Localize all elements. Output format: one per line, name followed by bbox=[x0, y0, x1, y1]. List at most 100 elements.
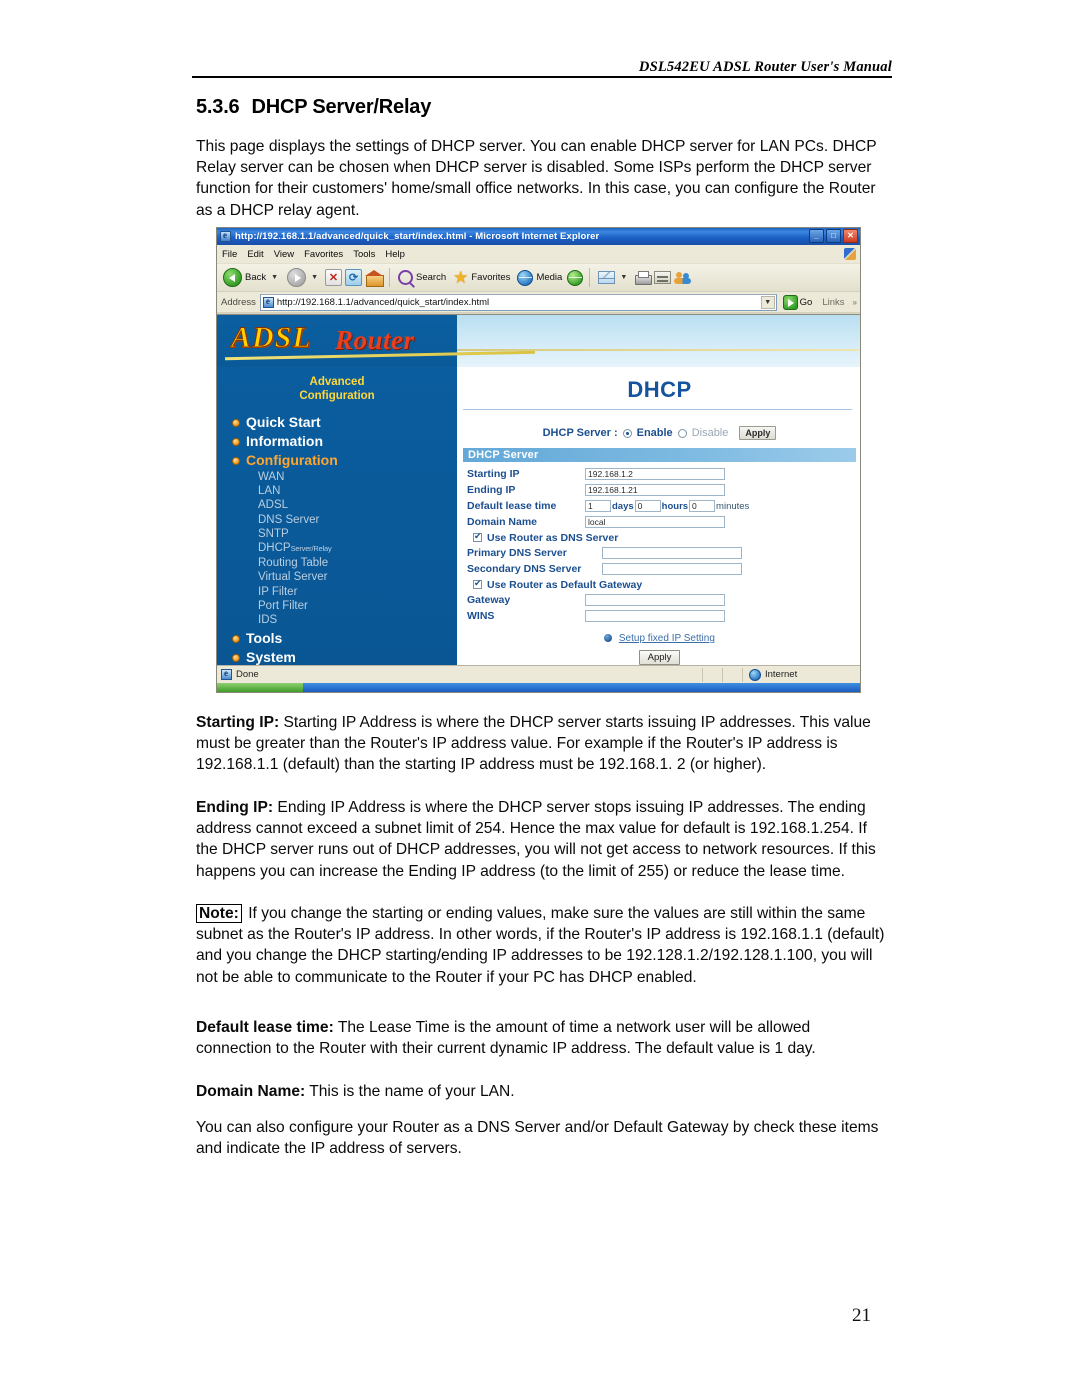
checkbox-use-router-as-gateway[interactable] bbox=[473, 578, 482, 589]
form-row-use-router-gateway[interactable]: Use Router as Default Gateway bbox=[467, 577, 860, 592]
running-header: DSL542EU ADSL Router User's Manual bbox=[192, 58, 892, 76]
bullet-icon bbox=[232, 418, 240, 427]
links-chevron-icon[interactable]: » bbox=[853, 298, 857, 307]
menu-item-favorites[interactable]: Favorites bbox=[304, 249, 343, 260]
apply-button[interactable]: Apply bbox=[638, 650, 681, 665]
menu-item-view[interactable]: View bbox=[274, 249, 294, 260]
setup-fixed-ip-row[interactable]: Setup fixed IP Setting bbox=[457, 633, 860, 644]
ending-ip-desc: Ending IP Address is where the DHCP serv… bbox=[196, 799, 876, 880]
history-icon[interactable] bbox=[567, 269, 584, 286]
maximize-icon[interactable]: □ bbox=[826, 229, 841, 243]
sidebar-item-quick-start[interactable]: Quick Start bbox=[232, 413, 457, 432]
browser-toolbar: Back ▼ ▼ ✕ ⟳ Search ★ Favorites Media ▼ bbox=[217, 264, 860, 292]
go-button[interactable]: Go bbox=[782, 294, 812, 310]
page-number: 21 bbox=[852, 1305, 871, 1326]
sidebar-subitem-virtual-server[interactable]: Virtual Server bbox=[232, 570, 457, 584]
favorites-star-icon: ★ bbox=[453, 268, 469, 287]
apply-button-row: Apply bbox=[457, 647, 860, 665]
chevron-down-icon-forward[interactable]: ▼ bbox=[311, 274, 318, 281]
links-label[interactable]: Links bbox=[822, 297, 844, 308]
router-banner: ADSL Router bbox=[217, 315, 860, 367]
ending-ip-input[interactable]: 192.168.1.21 bbox=[585, 484, 725, 496]
router-admin-page: ADSL Router Advanced Configuration Quick bbox=[217, 315, 860, 676]
address-dropdown-icon[interactable]: ▼ bbox=[760, 295, 775, 309]
lease-minutes-unit: minutes bbox=[716, 500, 750, 512]
sidebar-subitem-dhcp[interactable]: DHCPServer/Relay bbox=[232, 541, 457, 556]
paragraph-ending-ip: Ending IP: Ending IP Address is where th… bbox=[196, 797, 886, 882]
secondary-dns-input[interactable] bbox=[602, 563, 742, 575]
sidebar-item-configuration[interactable]: Configuration bbox=[232, 451, 457, 470]
menu-item-help[interactable]: Help bbox=[385, 249, 405, 260]
sidebar-subitem-dhcp-label: DHCP bbox=[258, 542, 291, 555]
home-icon[interactable] bbox=[365, 269, 384, 287]
forward-button[interactable]: ▼ bbox=[285, 268, 322, 287]
sidebar-subitem-adsl[interactable]: ADSL bbox=[232, 498, 457, 512]
mail-button[interactable]: ▼ bbox=[596, 271, 631, 284]
address-input[interactable]: http://192.168.1.1/advanced/quick_start/… bbox=[259, 293, 777, 311]
taskbar-sliver bbox=[217, 683, 860, 692]
dhcp-settings-form: Starting IP 192.168.1.2 Ending IP 192.16… bbox=[467, 466, 860, 624]
sidebar-item-tools[interactable]: Tools bbox=[232, 629, 457, 648]
back-button[interactable]: Back ▼ bbox=[221, 268, 282, 287]
radio-enable[interactable] bbox=[622, 428, 632, 438]
toolbar-divider-1 bbox=[389, 268, 390, 287]
sidebar-subitem-lan[interactable]: LAN bbox=[232, 484, 457, 498]
sidebar-subitem-ids[interactable]: IDS bbox=[232, 613, 457, 627]
minimize-icon[interactable]: _ bbox=[809, 229, 824, 243]
sidebar-subitem-ip-filter[interactable]: IP Filter bbox=[232, 585, 457, 599]
paragraph-starting-ip: Starting IP: Starting IP Address is wher… bbox=[196, 712, 886, 776]
panel-title-divider bbox=[463, 409, 852, 410]
sidebar-subitem-dns-server[interactable]: DNS Server bbox=[232, 513, 457, 527]
lease-hours-input[interactable]: 0 bbox=[634, 500, 661, 512]
bullet-icon-fixed-ip bbox=[604, 634, 613, 642]
section-title: DHCP Server/Relay bbox=[251, 96, 432, 118]
wins-input[interactable] bbox=[585, 610, 725, 622]
router-main-panel: DHCP DHCP Server : Enable Disable Apply … bbox=[217, 367, 860, 676]
lease-days-input[interactable]: 1 bbox=[585, 500, 611, 512]
checkbox-use-router-as-dns[interactable] bbox=[473, 531, 482, 542]
go-arrow-icon bbox=[782, 294, 798, 310]
radio-disable[interactable] bbox=[677, 428, 687, 438]
apply-button-top[interactable]: Apply bbox=[739, 426, 777, 440]
menu-item-file[interactable]: File bbox=[222, 249, 237, 260]
stop-icon[interactable]: ✕ bbox=[325, 269, 342, 286]
router-sidebar: Advanced Configuration Quick Start Infor… bbox=[217, 367, 457, 676]
chevron-down-icon-mail[interactable]: ▼ bbox=[620, 274, 627, 281]
form-row-secondary-dns: Secondary DNS Server bbox=[467, 561, 860, 577]
menu-item-tools[interactable]: Tools bbox=[353, 249, 375, 260]
header-divider bbox=[192, 76, 892, 78]
browser-status-bar: Done Internet bbox=[217, 665, 860, 683]
lease-minutes-input[interactable]: 0 bbox=[689, 500, 716, 512]
chevron-down-icon[interactable]: ▼ bbox=[271, 274, 278, 281]
page-favicon-icon bbox=[262, 296, 274, 308]
address-label: Address bbox=[221, 296, 256, 308]
menu-item-edit[interactable]: Edit bbox=[247, 249, 263, 260]
favorites-button[interactable]: ★ Favorites bbox=[451, 268, 512, 287]
browser-viewport: ADSL Router Advanced Configuration Quick bbox=[217, 314, 860, 676]
form-row-lease-time: Default lease time 1 days 0 hours 0 minu… bbox=[467, 498, 860, 514]
sidebar-subitem-wan[interactable]: WAN bbox=[232, 470, 457, 484]
windows-flag-icon bbox=[844, 248, 856, 260]
sidebar-subitem-sntp[interactable]: SNTP bbox=[232, 527, 457, 541]
gateway-input[interactable] bbox=[585, 594, 725, 606]
sidebar-subitem-routing-table[interactable]: Routing Table bbox=[232, 556, 457, 570]
starting-ip-input[interactable]: 192.168.1.2 bbox=[585, 468, 725, 480]
refresh-icon[interactable]: ⟳ bbox=[345, 269, 362, 286]
browser-address-bar: Address http://192.168.1.1/advanced/quic… bbox=[217, 292, 860, 313]
domain-name-input[interactable]: local bbox=[585, 516, 725, 528]
setup-fixed-ip-link[interactable]: Setup fixed IP Setting bbox=[619, 633, 715, 644]
domain-term: Domain Name: bbox=[196, 1083, 306, 1100]
close-icon[interactable]: ✕ bbox=[843, 229, 858, 243]
page-title: 5.3.6 DHCP Server/Relay bbox=[196, 96, 431, 119]
messenger-icon[interactable] bbox=[674, 271, 692, 285]
edit-icon[interactable] bbox=[654, 271, 672, 284]
print-icon[interactable] bbox=[634, 271, 653, 285]
form-row-use-router-dns[interactable]: Use Router as DNS Server bbox=[467, 530, 860, 545]
search-button[interactable]: Search bbox=[396, 270, 448, 285]
bullet-icon bbox=[232, 456, 240, 465]
bullet-icon bbox=[232, 653, 240, 662]
primary-dns-input[interactable] bbox=[602, 547, 742, 559]
media-button[interactable]: Media bbox=[515, 269, 564, 286]
sidebar-subitem-port-filter[interactable]: Port Filter bbox=[232, 599, 457, 613]
sidebar-item-information[interactable]: Information bbox=[232, 432, 457, 451]
